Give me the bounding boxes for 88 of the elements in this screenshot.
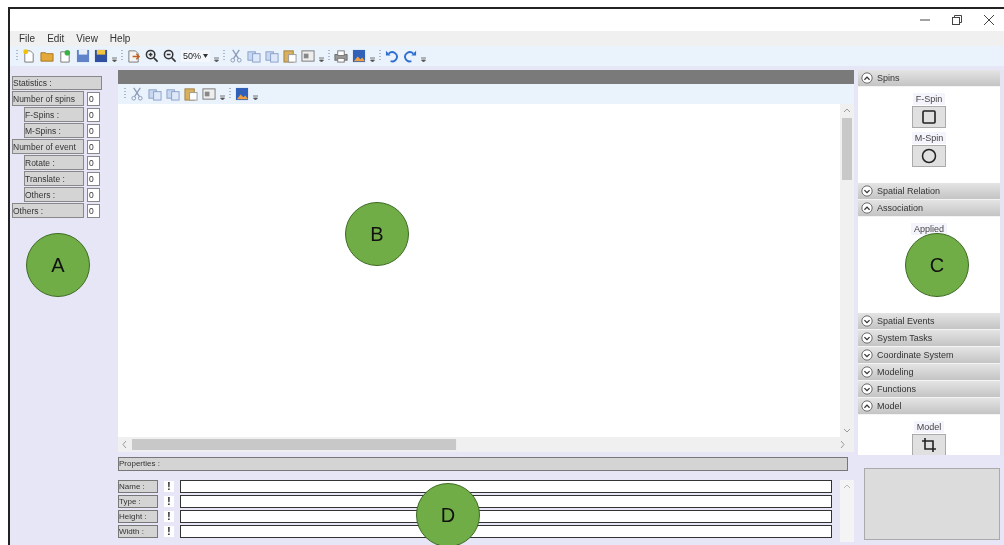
required-mark: ! <box>164 526 174 537</box>
new-file-icon[interactable] <box>22 49 36 63</box>
section-title: Modeling <box>877 367 914 377</box>
menu-item[interactable]: Help <box>108 33 132 44</box>
restore-icon[interactable] <box>952 15 962 25</box>
tool-button[interactable] <box>912 145 946 167</box>
statistic-value: 0 <box>87 203 100 218</box>
palette-section-header[interactable]: Association <box>858 200 1000 217</box>
scissors-icon[interactable] <box>229 49 243 63</box>
tool-label: Applied <box>911 223 947 235</box>
tool-label: F-Spin <box>912 93 946 105</box>
palette-section-header[interactable]: Coordinate System <box>858 347 1000 364</box>
window-icon[interactable] <box>202 87 216 101</box>
property-input-field[interactable] <box>180 510 832 523</box>
vertical-scrollbar[interactable] <box>840 480 854 542</box>
required-mark: ! <box>164 496 174 507</box>
statistic-label: Number of event <box>12 139 84 154</box>
undo-icon[interactable] <box>385 49 399 63</box>
palette-section-header[interactable]: Spatial Events <box>858 313 1000 330</box>
palette-section-header[interactable]: Functions <box>858 381 1000 398</box>
section-title: Association <box>877 203 924 213</box>
square-icon <box>922 110 936 124</box>
section-title: Spins <box>877 73 900 83</box>
statistic-label: M-Spins : <box>24 123 84 138</box>
statistic-label: Translate : <box>24 171 84 186</box>
tool-button[interactable] <box>912 106 946 128</box>
tool-label: Model <box>913 421 945 433</box>
palette-section-header[interactable]: Spatial Relation <box>858 183 1000 200</box>
paste-icon[interactable] <box>184 87 198 101</box>
zoom-out-icon[interactable] <box>163 49 177 63</box>
picture-icon[interactable] <box>235 87 249 101</box>
section-title: Coordinate System <box>877 350 954 360</box>
crop-icon <box>921 437 937 453</box>
add-file-icon[interactable] <box>58 49 72 63</box>
horizontal-scrollbar[interactable] <box>118 437 854 452</box>
properties-heading: Properties : <box>118 457 848 471</box>
statistic-value: 0 <box>87 187 100 202</box>
save-as-icon[interactable] <box>94 49 108 63</box>
statistic-label: Number of spins <box>12 91 84 106</box>
menu-item[interactable]: File <box>18 33 37 44</box>
property-input-field[interactable] <box>180 480 832 493</box>
statistic-label: F-Spins : <box>24 107 84 122</box>
palette-section-header[interactable]: Spins <box>858 70 1000 87</box>
statistic-value: 0 <box>87 107 100 122</box>
statistic-label: Rotate : <box>24 155 84 170</box>
section-title: Functions <box>877 384 917 394</box>
section-title: System Tasks <box>877 333 933 343</box>
property-input-field[interactable] <box>180 525 832 538</box>
circle-icon <box>921 148 937 164</box>
export-icon[interactable] <box>127 49 141 63</box>
caret-icon <box>203 54 208 58</box>
tool-label: M-Spin <box>911 132 947 144</box>
statistic-value: 0 <box>87 91 100 106</box>
required-mark: ! <box>164 511 174 522</box>
property-label: Type : <box>118 495 158 508</box>
zoom-dropdown[interactable]: 50% <box>181 50 210 62</box>
palette-section-header[interactable]: Modeling <box>858 364 1000 381</box>
save-icon[interactable] <box>76 49 90 63</box>
statistic-label: Others : <box>12 203 84 218</box>
menu-item[interactable]: Edit <box>46 33 66 44</box>
statistic-value: 0 <box>87 123 100 138</box>
property-label: Height : <box>118 510 158 523</box>
palette-section-header[interactable]: Model <box>858 398 1000 415</box>
statistics-heading: Statistics : <box>12 76 102 90</box>
statistic-label: Others : <box>24 187 84 202</box>
picture-icon[interactable] <box>352 49 366 63</box>
statistic-value: 0 <box>87 171 100 186</box>
section-title: Model <box>877 401 902 411</box>
statistic-value: 0 <box>87 155 100 170</box>
paste-icon[interactable] <box>283 49 297 63</box>
section-title: Spatial Events <box>877 316 935 326</box>
statistic-value: 0 <box>87 139 100 154</box>
scissors-icon[interactable] <box>130 87 144 101</box>
section-title: Spatial Relation <box>877 186 941 196</box>
property-label: Name : <box>118 480 158 493</box>
tool-button[interactable] <box>912 434 946 455</box>
vertical-scrollbar[interactable] <box>840 104 854 437</box>
zoom-in-icon[interactable] <box>145 49 159 63</box>
property-label: Width : <box>118 525 158 538</box>
window-icon[interactable] <box>301 49 315 63</box>
palette-section-header[interactable]: System Tasks <box>858 330 1000 347</box>
folder-icon[interactable] <box>40 49 54 63</box>
redo-icon[interactable] <box>403 49 417 63</box>
printer-icon[interactable] <box>334 49 348 63</box>
close-icon[interactable] <box>984 15 994 25</box>
menu-item[interactable]: View <box>75 33 99 44</box>
property-input-field[interactable] <box>180 495 832 508</box>
required-mark: ! <box>164 481 174 492</box>
